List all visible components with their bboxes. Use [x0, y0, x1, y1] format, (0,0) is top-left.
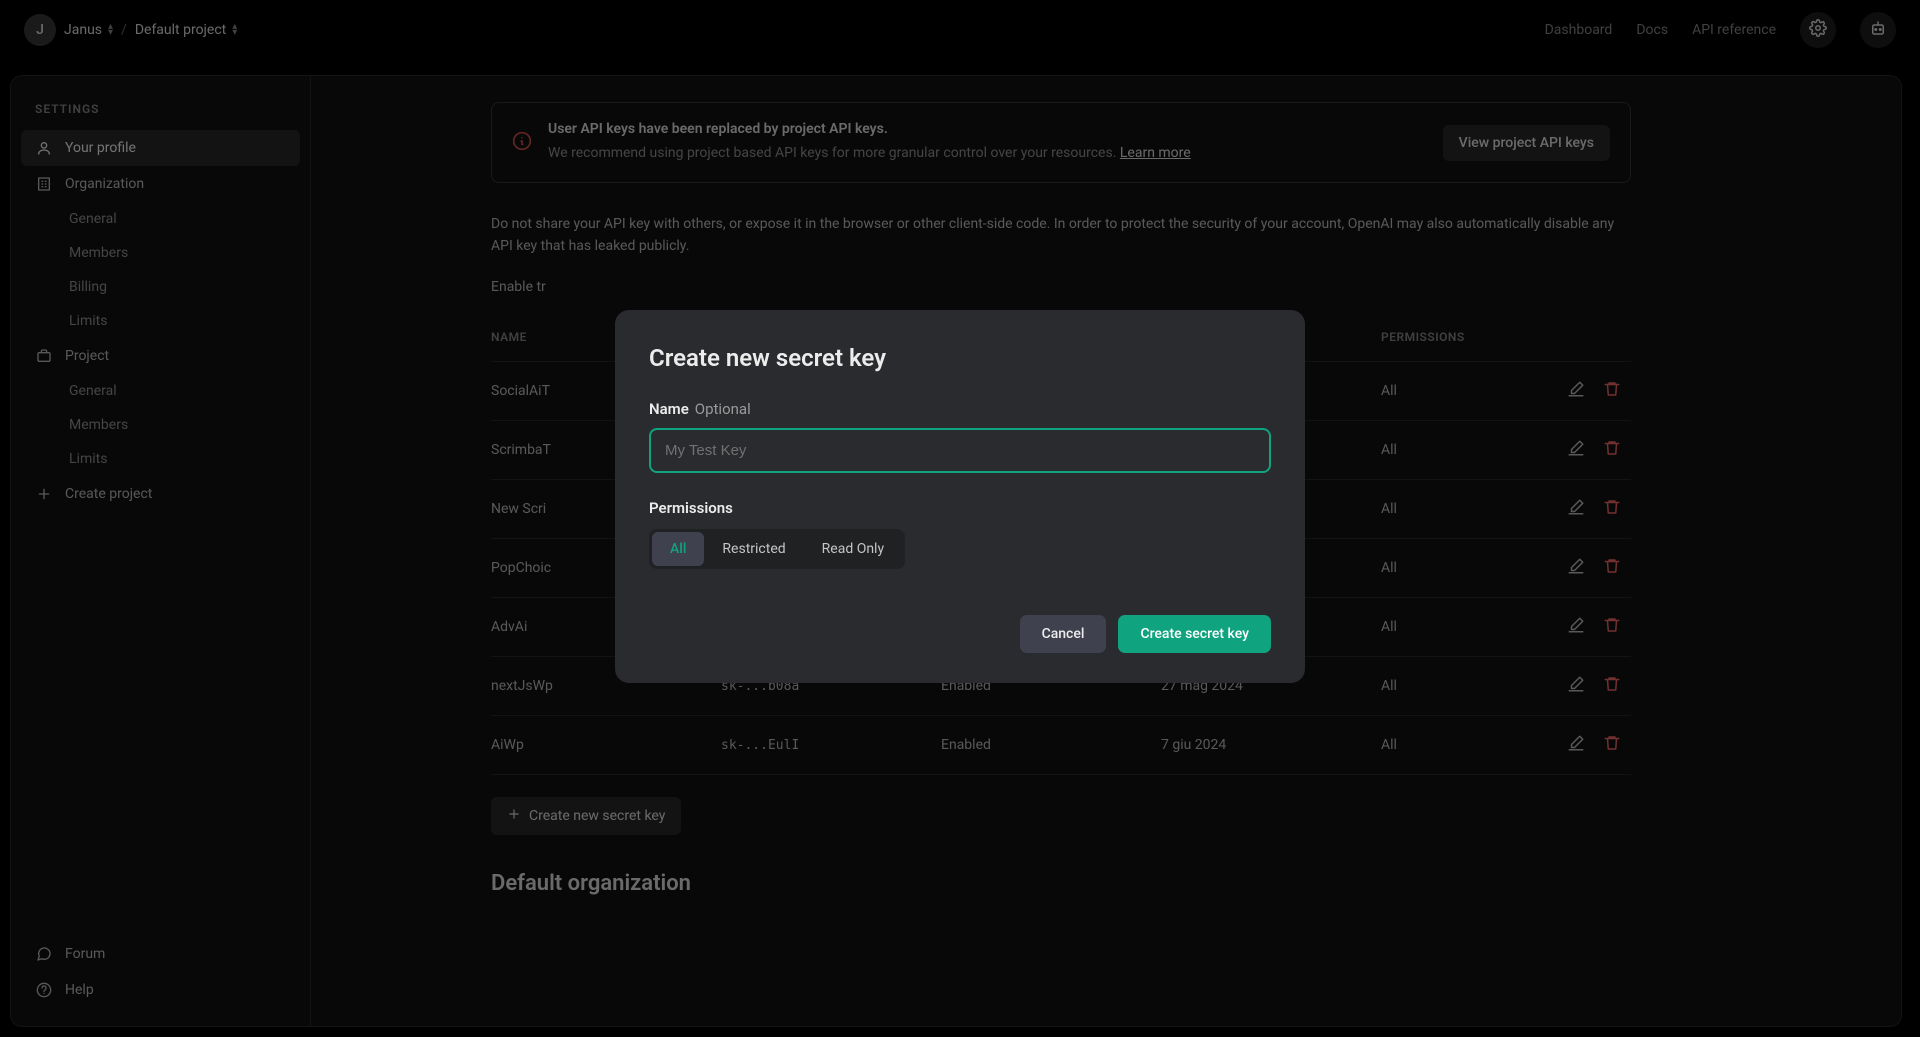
- permissions-label: Permissions: [649, 499, 1271, 517]
- create-secret-key-button[interactable]: Create secret key: [1118, 615, 1271, 653]
- modal-overlay[interactable]: Create new secret key NameOptional Permi…: [0, 0, 1920, 1037]
- perm-restricted[interactable]: Restricted: [704, 532, 803, 566]
- perm-all[interactable]: All: [652, 532, 704, 566]
- key-name-input[interactable]: [649, 428, 1271, 473]
- create-key-modal: Create new secret key NameOptional Permi…: [615, 310, 1305, 683]
- permissions-segmented: All Restricted Read Only: [649, 529, 905, 569]
- perm-readonly[interactable]: Read Only: [804, 532, 902, 566]
- modal-title: Create new secret key: [649, 344, 1271, 372]
- cancel-button[interactable]: Cancel: [1020, 615, 1107, 653]
- name-field-label: NameOptional: [649, 400, 1271, 418]
